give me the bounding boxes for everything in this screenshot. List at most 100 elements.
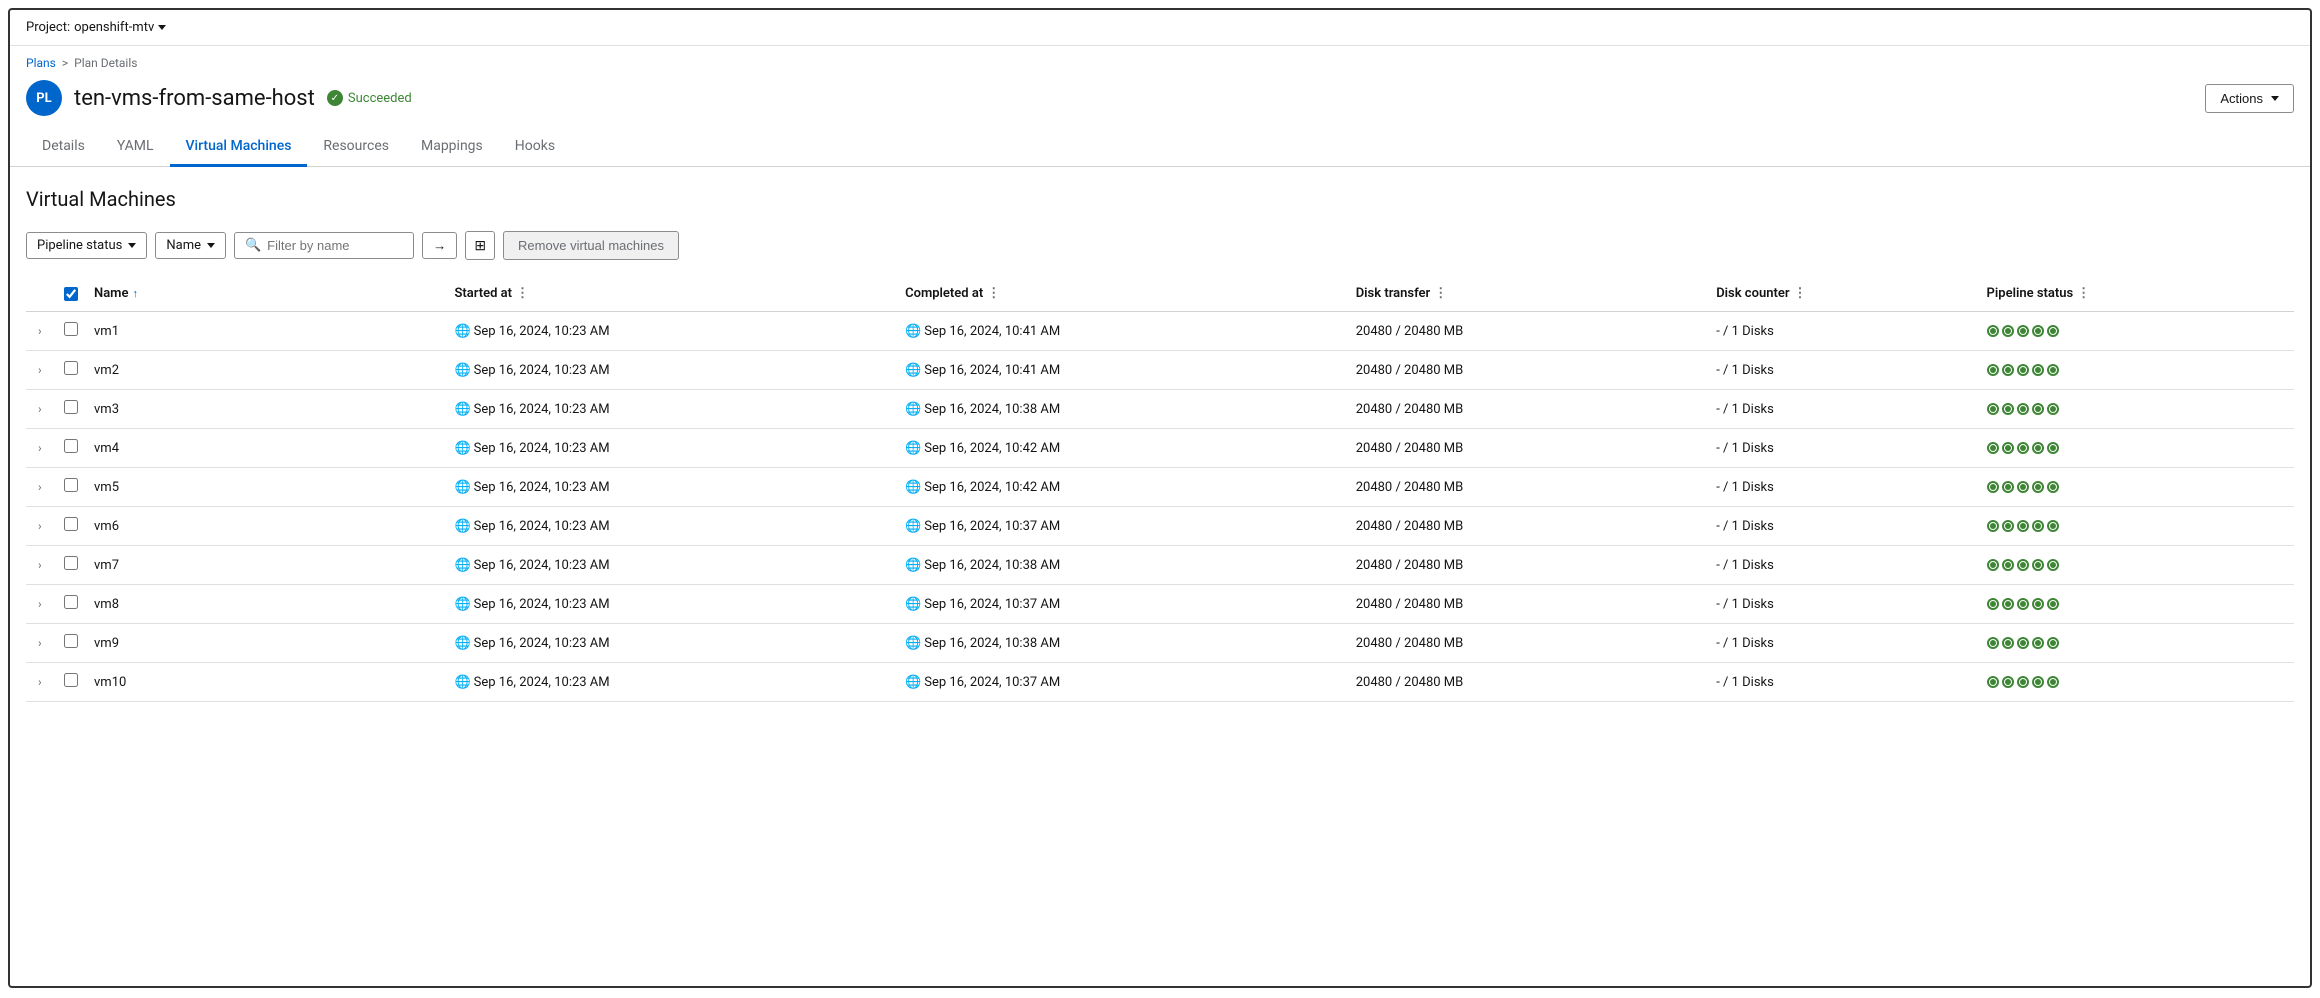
breadcrumb: Plans > Plan Details: [10, 46, 2310, 76]
expand-button[interactable]: ›: [34, 595, 46, 613]
pipeline-dot: [2032, 676, 2044, 688]
pipeline-dots: [1987, 364, 2286, 376]
started-at: 🌐Sep 16, 2024, 10:23 AM: [446, 624, 897, 663]
project-name-label: openshift-mtv: [74, 20, 154, 35]
pipeline-dot: [1987, 364, 1999, 376]
globe-icon: 🌐: [905, 402, 921, 417]
section-title: Virtual Machines: [26, 187, 2294, 211]
table-row: › vm3 🌐Sep 16, 2024, 10:23 AM 🌐Sep 16, 2…: [26, 390, 2294, 429]
checkbox-cell: [56, 351, 86, 390]
disk-counter: - / 1 Disks: [1708, 585, 1978, 624]
disk-transfer: 20480 / 20480 MB: [1348, 390, 1708, 429]
pipeline-sort-icon[interactable]: ⋮: [2077, 286, 2090, 301]
row-checkbox[interactable]: [64, 439, 78, 453]
breadcrumb-plans-link[interactable]: Plans: [26, 56, 56, 70]
tab-hooks[interactable]: Hooks: [499, 128, 571, 167]
pipeline-dot: [2017, 442, 2029, 454]
row-checkbox[interactable]: [64, 322, 78, 336]
row-checkbox[interactable]: [64, 478, 78, 492]
select-all-checkbox[interactable]: [64, 287, 78, 301]
tab-resources[interactable]: Resources: [307, 128, 405, 167]
expand-button[interactable]: ›: [34, 634, 46, 652]
disk-transfer: 20480 / 20480 MB: [1348, 351, 1708, 390]
table-row: › vm2 🌐Sep 16, 2024, 10:23 AM 🌐Sep 16, 2…: [26, 351, 2294, 390]
name-filter[interactable]: Name: [155, 232, 226, 259]
globe-icon: 🌐: [454, 558, 470, 573]
completed-at: 🌐Sep 16, 2024, 10:38 AM: [897, 624, 1348, 663]
row-checkbox[interactable]: [64, 517, 78, 531]
started-sort-icon[interactable]: ⋮: [516, 286, 529, 301]
completed-sort-icon[interactable]: ⋮: [987, 286, 1000, 301]
pipeline-dots: [1987, 598, 2286, 610]
expand-button[interactable]: ›: [34, 400, 46, 418]
started-at: 🌐Sep 16, 2024, 10:23 AM: [446, 663, 897, 702]
vm-table: Name ↑ Started at ⋮ Completed a: [26, 276, 2294, 702]
pipeline-status-cell: [1979, 663, 2294, 702]
status-check-icon: ✓: [327, 90, 343, 106]
pipeline-dot: [2017, 364, 2029, 376]
row-checkbox[interactable]: [64, 400, 78, 414]
pipeline-dot: [2047, 481, 2059, 493]
pipeline-dot: [2032, 481, 2044, 493]
tab-mappings[interactable]: Mappings: [405, 128, 499, 167]
vm-name: vm9: [86, 624, 446, 663]
disk-counter: - / 1 Disks: [1708, 663, 1978, 702]
disk-transfer: 20480 / 20480 MB: [1348, 624, 1708, 663]
breadcrumb-separator: >: [62, 56, 68, 70]
expand-cell: ›: [26, 546, 56, 585]
tab-virtual-machines[interactable]: Virtual Machines: [170, 128, 308, 167]
row-checkbox[interactable]: [64, 361, 78, 375]
expand-button[interactable]: ›: [34, 439, 46, 457]
search-arrow-button[interactable]: →: [422, 232, 457, 259]
globe-icon: 🌐: [905, 636, 921, 651]
row-checkbox[interactable]: [64, 634, 78, 648]
globe-icon: 🌐: [454, 363, 470, 378]
disk-counter-sort-icon[interactable]: ⋮: [1794, 286, 1807, 301]
th-expand: [26, 276, 56, 312]
pipeline-dot: [2047, 364, 2059, 376]
completed-at: 🌐Sep 16, 2024, 10:38 AM: [897, 390, 1348, 429]
filter-bar: Pipeline status Name 🔍 → ⊞ Remove virtua…: [26, 231, 2294, 260]
row-checkbox[interactable]: [64, 595, 78, 609]
actions-button[interactable]: Actions: [2205, 84, 2294, 113]
content-area: Virtual Machines Pipeline status Name 🔍 …: [10, 167, 2310, 722]
table-row: › vm10 🌐Sep 16, 2024, 10:23 AM 🌐Sep 16, …: [26, 663, 2294, 702]
disk-transfer: 20480 / 20480 MB: [1348, 312, 1708, 351]
pipeline-dots: [1987, 403, 2286, 415]
tab-yaml[interactable]: YAML: [101, 128, 170, 167]
name-filter-chevron-icon: [207, 243, 215, 248]
vm-name: vm10: [86, 663, 446, 702]
expand-cell: ›: [26, 663, 56, 702]
globe-icon: 🌐: [905, 675, 921, 690]
expand-button[interactable]: ›: [34, 478, 46, 496]
search-box[interactable]: 🔍: [234, 232, 414, 259]
project-dropdown[interactable]: openshift-mtv: [74, 20, 166, 35]
completed-at: 🌐Sep 16, 2024, 10:42 AM: [897, 429, 1348, 468]
pipeline-status-cell: [1979, 507, 2294, 546]
pipeline-dot: [2032, 364, 2044, 376]
expand-button[interactable]: ›: [34, 322, 46, 340]
globe-icon: 🌐: [454, 480, 470, 495]
tab-details[interactable]: Details: [26, 128, 101, 167]
completed-at: 🌐Sep 16, 2024, 10:41 AM: [897, 312, 1348, 351]
pipeline-dot: [2002, 520, 2014, 532]
table-row: › vm4 🌐Sep 16, 2024, 10:23 AM 🌐Sep 16, 2…: [26, 429, 2294, 468]
page-wrapper: Project: openshift-mtv Plans > Plan Deta…: [8, 8, 2312, 988]
globe-icon: 🌐: [905, 558, 921, 573]
expand-button[interactable]: ›: [34, 361, 46, 379]
row-checkbox[interactable]: [64, 673, 78, 687]
expand-button[interactable]: ›: [34, 517, 46, 535]
expand-cell: ›: [26, 312, 56, 351]
expand-cell: ›: [26, 624, 56, 663]
disk-transfer-sort-icon[interactable]: ⋮: [1434, 286, 1447, 301]
expand-button[interactable]: ›: [34, 556, 46, 574]
remove-vms-button[interactable]: Remove virtual machines: [503, 231, 679, 260]
columns-button[interactable]: ⊞: [465, 231, 495, 260]
globe-icon: 🌐: [454, 441, 470, 456]
row-checkbox[interactable]: [64, 556, 78, 570]
expand-button[interactable]: ›: [34, 673, 46, 691]
completed-at: 🌐Sep 16, 2024, 10:41 AM: [897, 351, 1348, 390]
search-input[interactable]: [267, 238, 387, 253]
pipeline-status-filter[interactable]: Pipeline status: [26, 232, 147, 259]
pipeline-dot: [2032, 598, 2044, 610]
